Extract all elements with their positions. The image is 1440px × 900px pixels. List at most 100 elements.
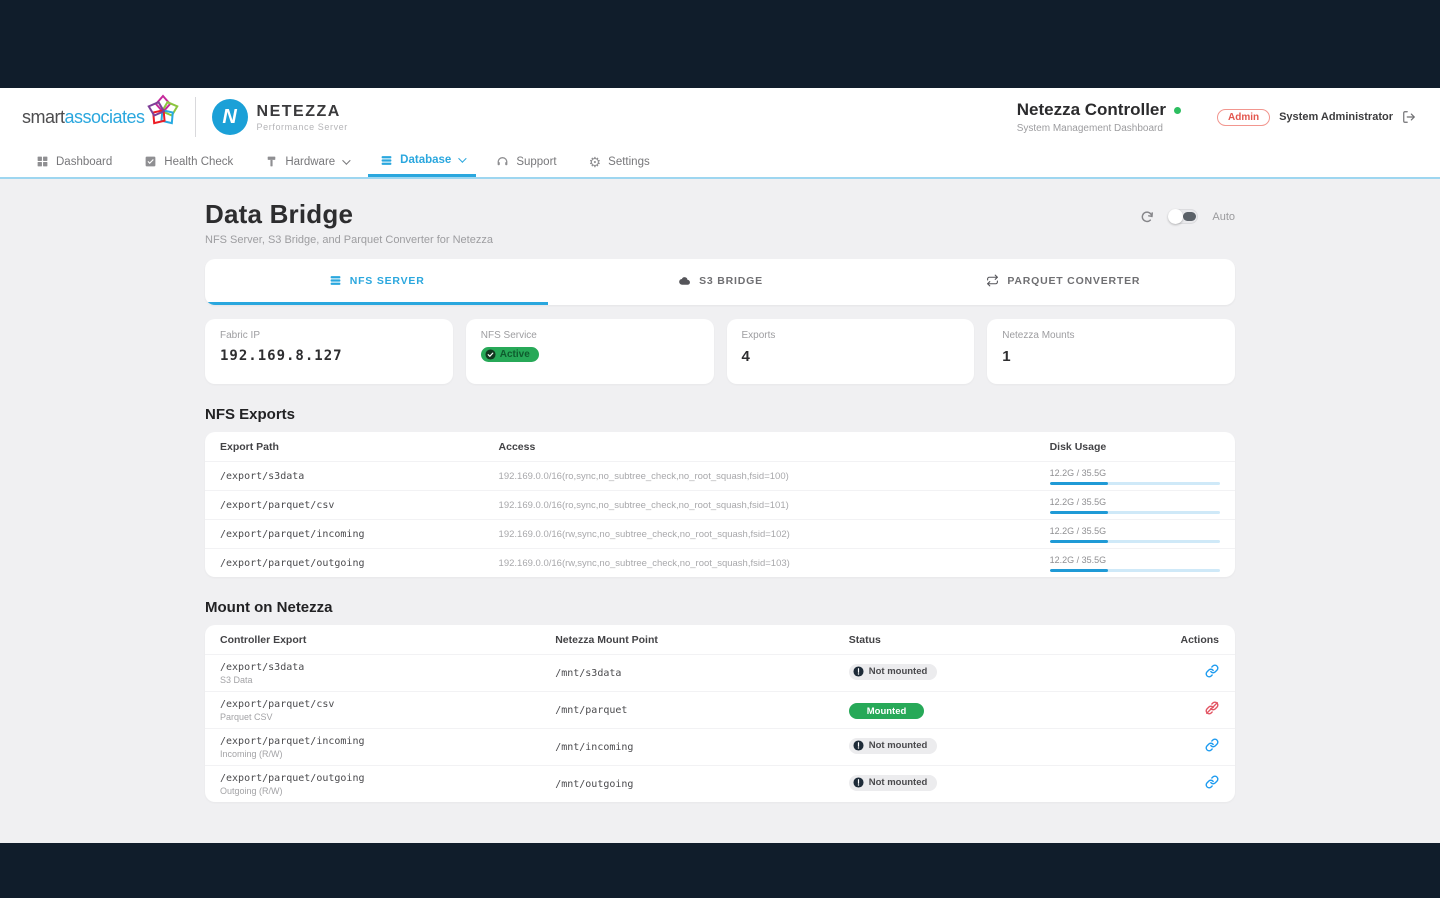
export-description: Outgoing (R/W)	[220, 786, 555, 796]
nfs-export-row: /export/parquet/incoming 192.169.0.0/16(…	[205, 519, 1235, 548]
col-disk-usage: Disk Usage	[1050, 432, 1235, 461]
support-headset-icon	[496, 155, 509, 168]
page-subtitle: NFS Server, S3 Bridge, and Parquet Conve…	[205, 234, 493, 246]
nfs-active-badge: Active	[481, 347, 539, 362]
mount-row: /export/parquet/incoming Incoming (R/W) …	[205, 728, 1235, 765]
stat-label: Fabric IP	[220, 330, 438, 341]
bottom-letterbox-band	[0, 843, 1440, 898]
refresh-icon[interactable]	[1140, 210, 1154, 224]
mount-row: /export/parquet/csv Parquet CSV /mnt/par…	[205, 691, 1235, 728]
disk-usage-bar	[1050, 482, 1220, 485]
tab-s3-bridge[interactable]: S3 BRIDGE	[548, 259, 891, 305]
netezza-mount-point: /mnt/s3data	[555, 662, 849, 685]
tab-nfs-server[interactable]: NFS SERVER	[205, 259, 548, 305]
export-description: S3 Data	[220, 675, 555, 685]
nfs-export-row: /export/parquet/csv 192.169.0.0/16(ro,sy…	[205, 490, 1235, 519]
pinwheel-logo-icon	[145, 93, 181, 129]
nfs-exports-table: Export Path Access Disk Usage /export/s3…	[205, 432, 1235, 577]
stat-card-exports: Exports 4	[727, 319, 975, 384]
netezza-n-icon: N	[212, 99, 248, 135]
health-check-icon	[144, 155, 157, 168]
export-path: /export/parquet/outgoing	[205, 552, 499, 575]
main-nav: Dashboard Health Check Hardware Database…	[0, 146, 1440, 179]
netezza-mount-point: /mnt/outgoing	[555, 773, 849, 796]
auto-label: Auto	[1212, 211, 1235, 223]
disk-usage-text: 12.2G / 35.5G	[1050, 526, 1220, 536]
stat-label: Netezza Mounts	[1002, 330, 1220, 341]
col-controller-export: Controller Export	[205, 625, 555, 654]
stat-card-fabric-ip: Fabric IP 192.169.8.127	[205, 319, 453, 384]
alert-circle-icon	[853, 666, 864, 677]
nav-item-support[interactable]: Support	[484, 146, 568, 177]
user-name: System Administrator	[1279, 111, 1393, 123]
export-access: 192.169.0.0/16(rw,sync,no_subtree_check,…	[499, 552, 1050, 575]
export-access: 192.169.0.0/16(ro,sync,no_subtree_check,…	[499, 465, 1050, 488]
controller-export-path: /export/parquet/csv	[220, 699, 555, 710]
col-actions: Actions	[1137, 625, 1235, 654]
stat-card-nfs-service: NFS Service Active	[466, 319, 714, 384]
alert-circle-icon	[853, 740, 864, 751]
netezza-subtitle: Performance Server	[257, 122, 348, 132]
unmount-link-icon[interactable]	[1205, 701, 1219, 715]
smart-associates-logo: smartassociates	[22, 107, 179, 128]
mounts-count: 1	[1002, 348, 1220, 365]
mount-status-badge: Mounted	[849, 703, 925, 719]
toggle-track-segment	[1183, 212, 1196, 221]
export-path: /export/parquet/incoming	[205, 523, 499, 546]
auto-refresh-toggle[interactable]	[1168, 209, 1198, 224]
col-access: Access	[499, 432, 1050, 461]
nav-item-health-check[interactable]: Health Check	[132, 146, 245, 177]
controller-title: Netezza Controller	[1017, 100, 1181, 120]
logo-smart-text: smart	[22, 107, 65, 128]
mount-status-badge: Not mounted	[849, 664, 938, 680]
mount-on-netezza-heading: Mount on Netezza	[205, 599, 1235, 616]
tab-parquet-converter[interactable]: PARQUET CONVERTER	[892, 259, 1235, 305]
nav-item-database[interactable]: Database	[368, 146, 476, 177]
check-circle-icon	[485, 349, 496, 360]
toggle-knob	[1168, 209, 1183, 224]
header-divider	[195, 97, 196, 137]
mount-table: Controller Export Netezza Mount Point St…	[205, 625, 1235, 802]
disk-usage-text: 12.2G / 35.5G	[1050, 555, 1220, 565]
col-export-path: Export Path	[205, 432, 499, 461]
mount-link-icon[interactable]	[1205, 738, 1219, 752]
chevron-down-icon	[458, 154, 466, 162]
page-title: Data Bridge	[205, 199, 493, 230]
mount-link-icon[interactable]	[1205, 775, 1219, 789]
controller-export-path: /export/parquet/outgoing	[220, 773, 555, 784]
export-path: /export/parquet/csv	[205, 494, 499, 517]
disk-usage-text: 12.2G / 35.5G	[1050, 468, 1220, 478]
mount-link-icon[interactable]	[1205, 664, 1219, 678]
exports-count: 4	[742, 348, 960, 365]
mount-row: /export/s3data S3 Data /mnt/s3data Not m…	[205, 654, 1235, 691]
cloud-icon	[677, 274, 691, 288]
disk-usage-bar	[1050, 540, 1220, 543]
col-status: Status	[849, 625, 1137, 654]
netezza-mount-point: /mnt/incoming	[555, 736, 849, 759]
app-header: smartassociates N NETEZZA Performance Se…	[0, 88, 1440, 146]
nav-item-dashboard[interactable]: Dashboard	[24, 146, 124, 177]
admin-role-badge: Admin	[1217, 109, 1270, 126]
table-header-row: Controller Export Netezza Mount Point St…	[205, 625, 1235, 654]
main-content: Data Bridge NFS Server, S3 Bridge, and P…	[0, 179, 1440, 843]
stat-card-netezza-mounts: Netezza Mounts 1	[987, 319, 1235, 384]
mount-row: /export/parquet/outgoing Outgoing (R/W) …	[205, 765, 1235, 802]
export-access: 192.169.0.0/16(ro,sync,no_subtree_check,…	[499, 494, 1050, 517]
dashboard-grid-icon	[36, 155, 49, 168]
stat-label: NFS Service	[481, 330, 699, 341]
top-letterbox-band	[0, 0, 1440, 88]
server-stack-icon	[329, 274, 342, 287]
netezza-mount-point: /mnt/parquet	[555, 699, 849, 722]
netezza-logo: N NETEZZA Performance Server	[212, 99, 348, 135]
nfs-export-row: /export/s3data 192.169.0.0/16(ro,sync,no…	[205, 461, 1235, 490]
gear-icon: ⚙	[589, 155, 602, 169]
nav-item-settings[interactable]: ⚙ Settings	[577, 146, 662, 177]
mount-status-badge: Not mounted	[849, 738, 938, 754]
controller-export-path: /export/s3data	[220, 662, 555, 673]
export-description: Incoming (R/W)	[220, 749, 555, 759]
logout-icon[interactable]	[1402, 110, 1416, 124]
disk-usage-bar	[1050, 511, 1220, 514]
alert-circle-icon	[853, 777, 864, 788]
nav-item-hardware[interactable]: Hardware	[253, 146, 360, 177]
export-access: 192.169.0.0/16(rw,sync,no_subtree_check,…	[499, 523, 1050, 546]
